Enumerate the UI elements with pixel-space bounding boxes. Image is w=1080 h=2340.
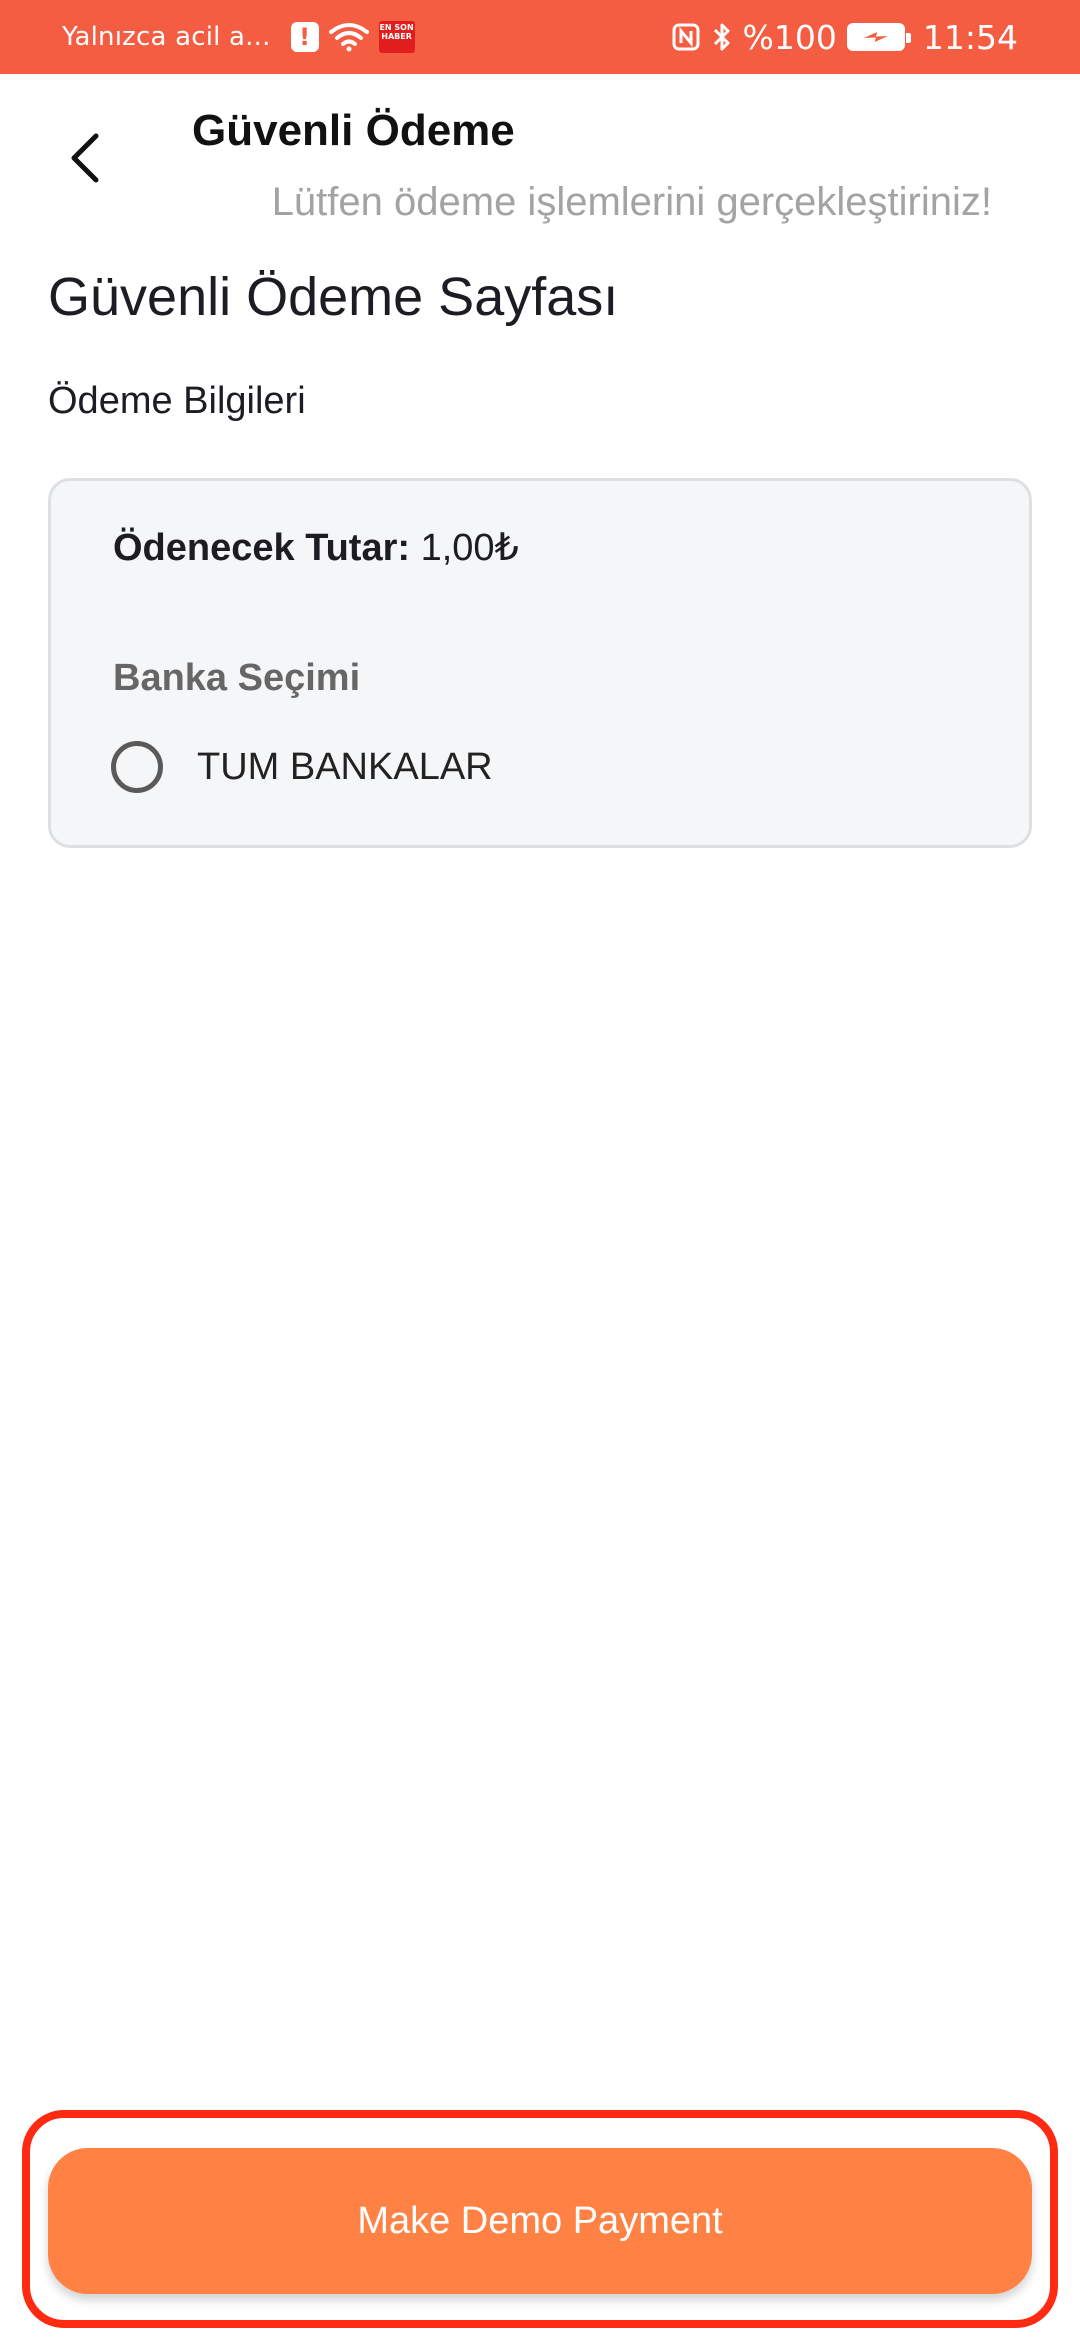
alert-icon: ! [290, 22, 319, 52]
wifi-icon [328, 23, 369, 52]
battery-icon [846, 23, 911, 51]
header-subtitle: Lütfen ödeme işlemlerini gerçekleştirini… [271, 180, 992, 224]
bank-option-all-banks[interactable]: TUM BANKALAR [111, 741, 493, 793]
payment-info-card: Ödenecek Tutar: 1,00₺ Banka Seçimi TUM B… [48, 478, 1032, 848]
make-demo-payment-button[interactable]: Make Demo Payment [48, 2148, 1032, 2294]
battery-percent: %100 [742, 17, 837, 57]
amount-label: Ödenecek Tutar: [113, 527, 411, 569]
status-left: Yalnızca acil a... ! EN SON HABER [62, 0, 415, 74]
amount-value: 1,00₺ [420, 527, 519, 569]
chevron-left-icon [71, 133, 99, 183]
notification-text: Yalnızca acil a... [62, 22, 271, 52]
status-bar: Yalnızca acil a... ! EN SON HABER %100 1… [0, 0, 1080, 74]
bank-selection-label: Banka Seçimi [113, 657, 361, 699]
section-label: Ödeme Bilgileri [48, 380, 306, 422]
bluetooth-icon [713, 23, 730, 51]
radio-button[interactable] [111, 741, 163, 793]
header-title: Güvenli Ödeme [192, 106, 515, 155]
nfc-icon [672, 23, 700, 51]
news-app-icon: EN SON HABER [378, 21, 415, 53]
status-right: %100 11:54 [671, 0, 1018, 74]
clock: 11:54 [922, 17, 1018, 57]
back-button[interactable] [46, 118, 126, 198]
bank-option-label: TUM BANKALAR [197, 745, 493, 788]
page-title: Güvenli Ödeme Sayfası [48, 267, 619, 327]
amount-row: Ödenecek Tutar: 1,00₺ [113, 525, 519, 570]
